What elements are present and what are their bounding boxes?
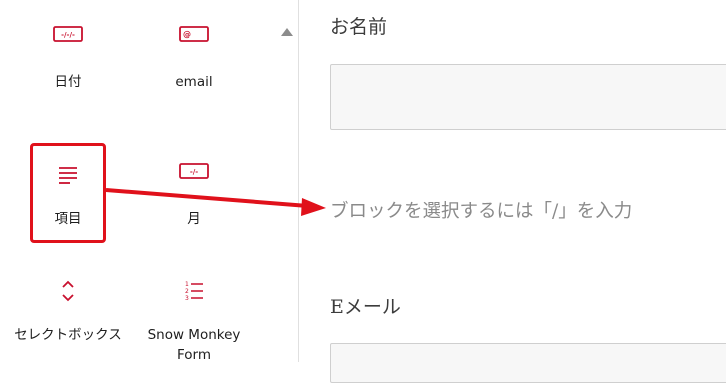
block-label-date: 日付 — [54, 74, 82, 90]
email-field-icon: @ — [179, 26, 209, 46]
select-box-icon — [60, 278, 76, 308]
email-icon-text: @ — [183, 30, 191, 39]
name-input-field[interactable] — [330, 64, 726, 130]
scroll-up-arrow-icon[interactable] — [281, 28, 293, 36]
block-select-box[interactable]: セレクトボックス — [14, 270, 122, 362]
date-icon-text: -/-/- — [61, 31, 75, 39]
block-email[interactable]: @ email — [154, 18, 234, 98]
block-label-month: 月 — [187, 211, 201, 227]
month-icon-text: -/- — [190, 168, 198, 176]
email-input-field[interactable] — [330, 343, 726, 383]
email-field-label: Eメール — [330, 296, 401, 318]
block-label-email: email — [175, 74, 213, 90]
block-label-select-box: セレクトボックス — [14, 327, 122, 343]
block-inserter-panel: -/-/- 日付 @ email 項目 -/- 月 セレクトボックス 1 2 3… — [0, 0, 299, 362]
highlight-box — [30, 143, 106, 243]
editor-canvas: お名前 ブロックを選択するには「/」を入力 Eメール — [299, 0, 726, 383]
block-label-snow-monkey-form: Snow Monkey Form — [147, 327, 241, 362]
name-field-label: お名前 — [330, 16, 388, 38]
numbered-list-icon: 1 2 3 — [184, 280, 204, 306]
block-snow-monkey-form[interactable]: 1 2 3 Snow Monkey Form — [140, 270, 248, 362]
svg-text:1: 1 — [185, 281, 189, 288]
svg-text:3: 3 — [185, 295, 189, 302]
month-field-icon: -/- — [179, 163, 209, 183]
block-month[interactable]: -/- 月 — [154, 143, 234, 243]
block-date[interactable]: -/-/- 日付 — [28, 18, 108, 98]
block-placeholder[interactable]: ブロックを選択するには「/」を入力 — [330, 197, 632, 223]
svg-text:2: 2 — [185, 288, 189, 295]
date-field-icon: -/-/- — [53, 26, 83, 46]
